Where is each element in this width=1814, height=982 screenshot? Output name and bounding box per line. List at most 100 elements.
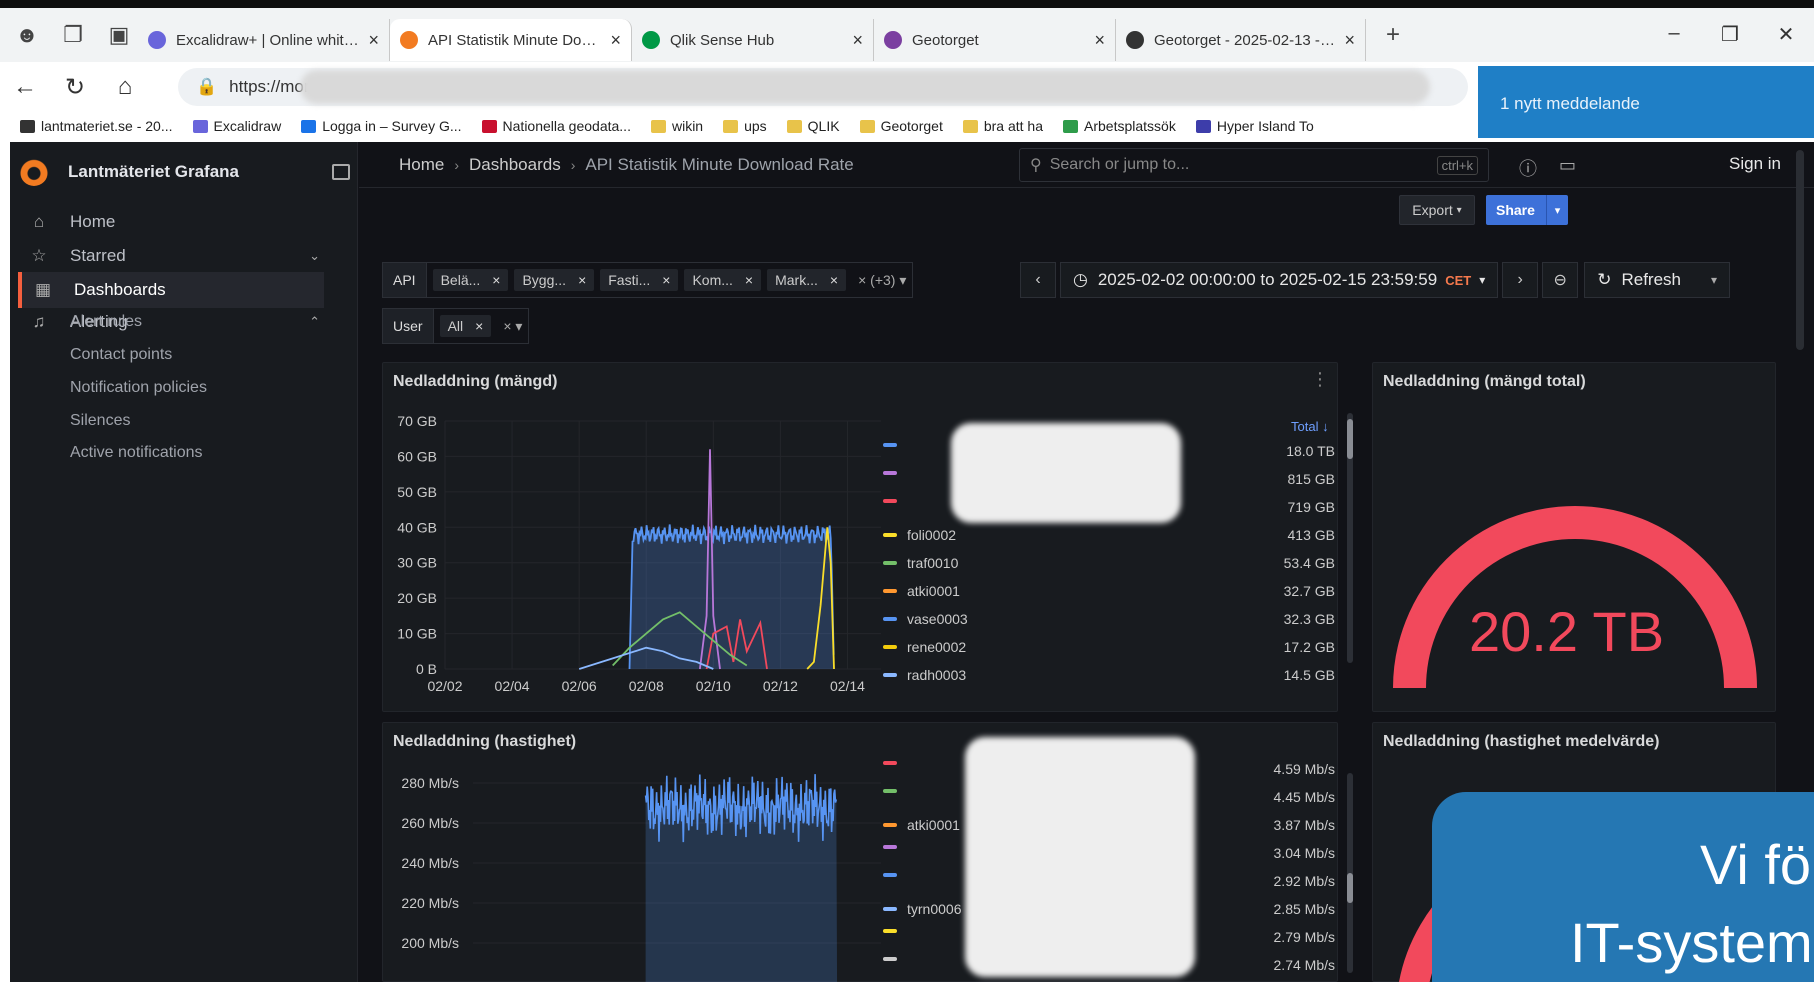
bookmark-item[interactable]: Excalidraw — [192, 118, 281, 134]
time-range-button[interactable]: ◷ 2025-02-02 00:00:00 to 2025-02-15 23:5… — [1060, 262, 1499, 298]
bookmark-item[interactable]: wikin — [650, 118, 703, 134]
tab-close-icon[interactable]: × — [610, 30, 621, 51]
tab-close-icon[interactable]: × — [1344, 30, 1355, 51]
legend-item[interactable] — [883, 957, 907, 961]
panel-menu-icon[interactable]: ⋮ — [1311, 369, 1329, 390]
bookmark-item[interactable]: Geotorget — [859, 118, 943, 134]
legend-item[interactable]: atki0001 — [883, 583, 960, 599]
sidebar-item-starred[interactable]: ☆ Starred ⌄ — [18, 238, 324, 274]
clear-icon[interactable]: × — [503, 318, 515, 334]
variable-chip[interactable]: Kom... × — [684, 269, 762, 291]
sidebar-item-alerting[interactable]: ♫ Alerting ⌃ — [18, 304, 324, 340]
legend-sort-header[interactable]: Total ↓ — [1291, 419, 1329, 434]
chevron-down-icon[interactable]: ⌄ — [309, 248, 320, 264]
sidebar-item-dashboards[interactable]: ▦ Dashboards — [18, 272, 324, 308]
kiosk-mode-icon[interactable]: ▭ — [1559, 155, 1576, 176]
legend-item[interactable] — [883, 499, 907, 503]
close-window-icon[interactable]: ✕ — [1758, 22, 1814, 47]
variable-chip[interactable]: Fasti... × — [600, 269, 679, 291]
tab-close-icon[interactable]: × — [1094, 30, 1105, 51]
minimize-icon[interactable]: – — [1646, 22, 1702, 47]
dock-menu-icon[interactable] — [332, 164, 350, 180]
reload-icon[interactable]: ↻ — [50, 73, 100, 102]
time-forward-icon[interactable]: › — [1502, 262, 1539, 298]
variable-user-clear[interactable]: × ▾ — [503, 318, 522, 335]
restore-icon[interactable]: ❐ — [1702, 22, 1758, 47]
search-input[interactable]: ⚲ Search or jump to... ctrl+k — [1019, 148, 1489, 182]
help-icon[interactable]: ⓘ — [1519, 155, 1537, 181]
sidebar-subitem-silences[interactable]: Silences — [70, 412, 130, 430]
home-icon[interactable]: ⌂ — [100, 73, 150, 101]
new-tab-plus-icon[interactable]: + — [1374, 16, 1412, 54]
browser-tab[interactable]: Qlik Sense Hub × — [632, 19, 874, 61]
time-back-icon[interactable]: ‹ — [1020, 262, 1056, 298]
panel-amount-total-gauge[interactable]: Nedladdning (mängd total) 20.2 TB — [1372, 362, 1776, 712]
legend-item[interactable]: tyrn0006 — [883, 901, 961, 917]
zoom-out-icon[interactable]: ⊖ — [1542, 262, 1579, 298]
sidebar-item-home[interactable]: ⌂ Home — [18, 204, 324, 240]
legend-item[interactable] — [883, 761, 907, 765]
legend-item[interactable]: atki0001 — [883, 817, 960, 833]
legend-item[interactable]: traf0010 — [883, 555, 958, 571]
bookmark-item[interactable]: ups — [723, 118, 767, 134]
refresh-button[interactable]: ↻ Refresh ▾ — [1584, 262, 1731, 298]
legend-item[interactable]: vase0003 — [883, 611, 968, 627]
speed-chart[interactable]: 200 Mb/s 220 Mb/s 240 Mb/s 260 Mb/s 280 Mb/s — [383, 753, 943, 982]
legend-item[interactable]: rene0002 — [883, 639, 966, 655]
share-dropdown-icon[interactable]: ▾ — [1546, 195, 1568, 225]
chip-remove-icon[interactable]: × — [830, 272, 838, 288]
panel-amount-timeseries[interactable]: Nedladdning (mängd) ⋮ 0 B 10 GB 20 GB 30 GB… — [382, 362, 1353, 712]
variable-more[interactable]: × (+3) ▾ — [858, 272, 906, 289]
sidebar-subitem-notification-policies[interactable]: Notification policies — [70, 379, 207, 397]
grafana-logo-icon[interactable] — [20, 158, 48, 186]
amount-chart[interactable]: 0 B 10 GB 20 GB 30 GB 40 GB 50 GB 60 GB 70 GB 02… — [383, 403, 943, 703]
browser-tab[interactable]: API Statistik Minute Download R × — [390, 19, 632, 61]
chip-remove-icon[interactable]: × — [475, 318, 483, 334]
sidebar-subitem-alert-rules[interactable]: Alert rules — [70, 313, 142, 331]
chip-remove-icon[interactable]: × — [662, 272, 670, 288]
refresh-interval-dropdown-icon[interactable]: ▾ — [1711, 273, 1717, 287]
tab-close-icon[interactable]: × — [368, 30, 379, 51]
notification-toast[interactable]: 1 nytt meddelande — [1478, 66, 1814, 138]
variable-chip[interactable]: All × — [439, 315, 492, 337]
legend-item[interactable]: radh0003 — [883, 667, 966, 683]
chip-remove-icon[interactable]: × — [578, 272, 586, 288]
browser-tab[interactable]: Geotorget × — [874, 19, 1116, 61]
bookmark-item[interactable]: Nationella geodata... — [481, 118, 631, 134]
variable-api-select[interactable]: Belä... × Bygg... × Fasti... × Kom... × Mark... ×… — [426, 262, 914, 298]
bookmark-item[interactable]: QLIK — [786, 118, 840, 134]
clear-icon[interactable]: × — [858, 272, 870, 288]
legend-item[interactable] — [883, 845, 907, 849]
legend-item[interactable] — [883, 789, 907, 793]
legend-scrollbar[interactable] — [1347, 413, 1353, 663]
bookmark-item[interactable]: lantmateriet.se - 20... — [20, 118, 173, 134]
legend-item[interactable] — [883, 873, 907, 877]
variable-user-select[interactable]: All × × ▾ — [433, 308, 530, 344]
breadcrumb-home[interactable]: Home — [399, 155, 444, 175]
legend-scrollbar[interactable] — [1347, 773, 1353, 973]
chevron-up-icon[interactable]: ⌃ — [309, 314, 320, 330]
chip-remove-icon[interactable]: × — [745, 272, 753, 288]
legend-item[interactable] — [883, 443, 907, 447]
legend-item[interactable]: foli0002 — [883, 527, 956, 543]
browser-tab[interactable]: Geotorget - 2025-02-13 - Web A × — [1116, 19, 1366, 61]
profile-icon[interactable]: ☻ — [8, 16, 46, 54]
variable-chip[interactable]: Bygg... × — [514, 269, 595, 291]
page-scrollbar[interactable] — [1796, 150, 1804, 350]
breadcrumb-dashboards[interactable]: Dashboards — [469, 155, 561, 175]
variable-chip[interactable]: Mark... × — [767, 269, 847, 291]
browser-tab[interactable]: Excalidraw+ | Online whiteboard × — [138, 19, 390, 61]
back-arrow-icon[interactable]: ← — [0, 73, 50, 101]
tab-close-icon[interactable]: × — [852, 30, 863, 51]
chip-remove-icon[interactable]: × — [492, 272, 500, 288]
bookmark-item[interactable]: Logga in – Survey G... — [301, 118, 462, 134]
export-button[interactable]: Export ▾ — [1399, 195, 1475, 225]
tab-actions-icon[interactable]: ▣ — [100, 16, 138, 54]
sidebar-subitem-active-notifications[interactable]: Active notifications — [70, 444, 203, 462]
share-button[interactable]: Share ▾ — [1486, 195, 1568, 225]
variable-chip[interactable]: Belä... × — [432, 269, 509, 291]
legend-item[interactable] — [883, 471, 907, 475]
sidebar-subitem-contact-points[interactable]: Contact points — [70, 346, 172, 364]
panel-speed-timeseries[interactable]: Nedladdning (hastighet) 200 Mb/s 220 Mb/s… — [382, 722, 1353, 982]
collections-icon[interactable]: ❐ — [54, 16, 92, 54]
